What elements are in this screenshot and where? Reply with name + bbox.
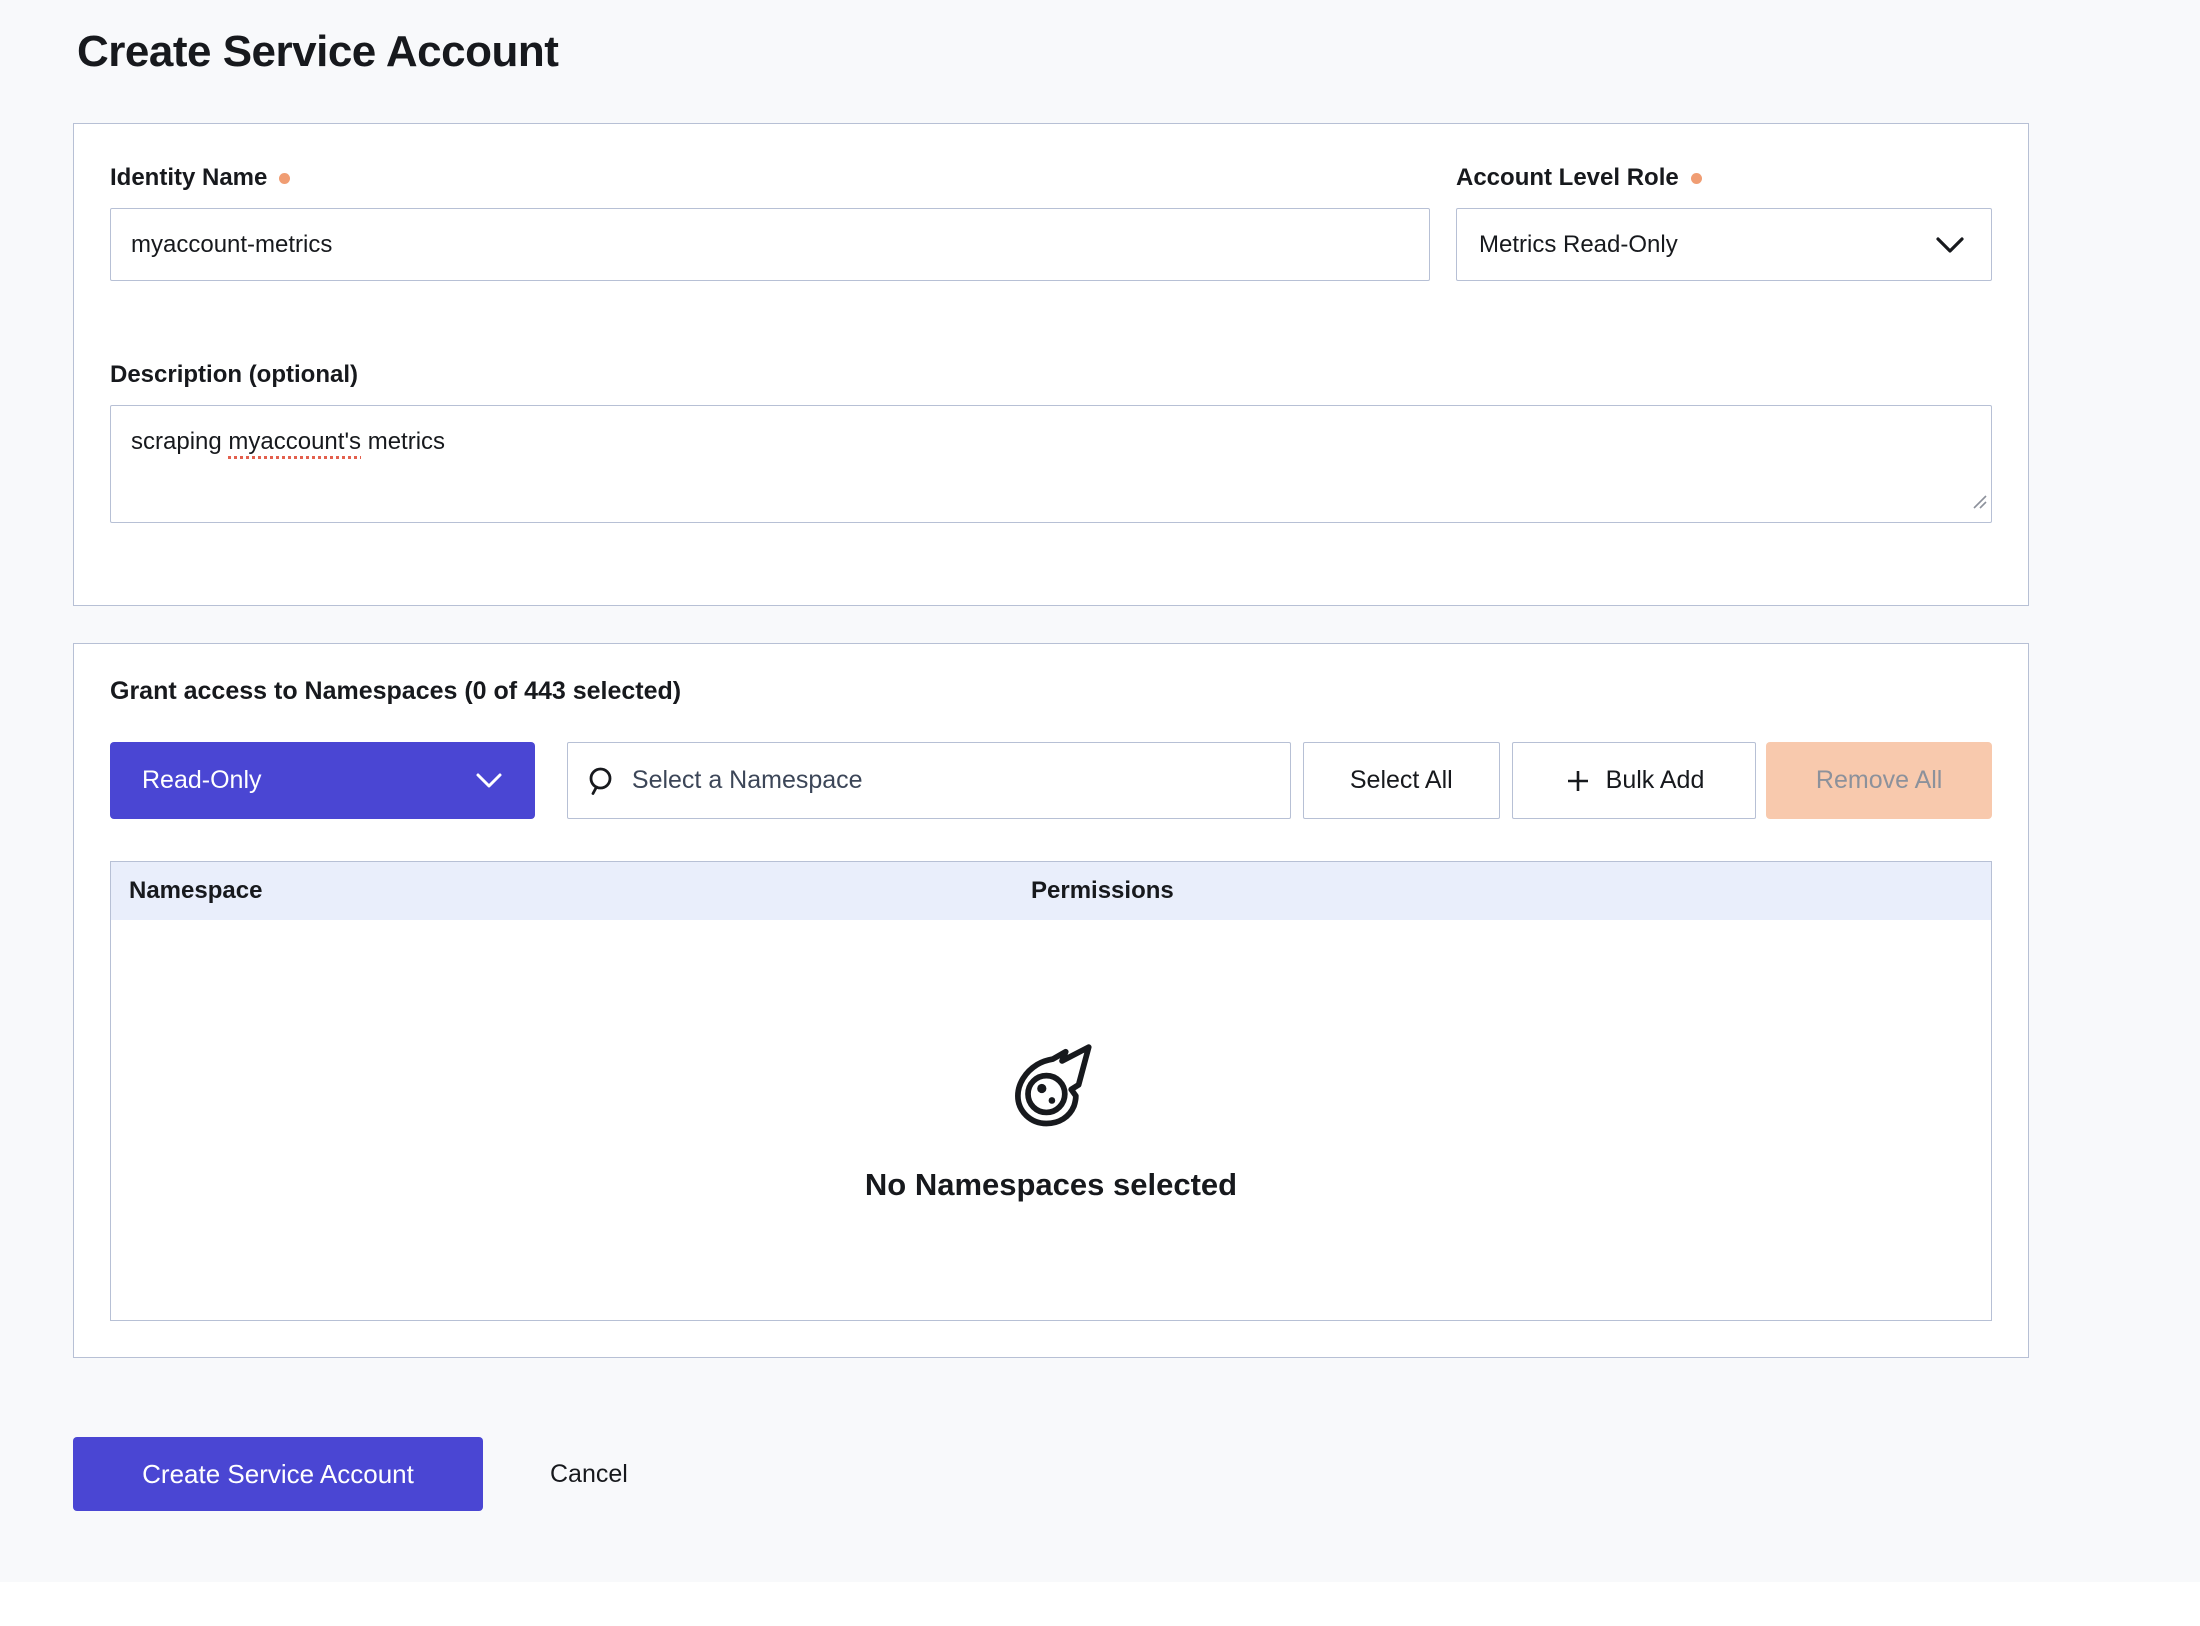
- search-icon: [586, 765, 618, 797]
- cancel-button[interactable]: Cancel: [550, 1460, 628, 1489]
- required-indicator-icon: [1691, 173, 1702, 184]
- identity-name-label-text: Identity Name: [110, 164, 267, 192]
- account-level-role-value: Metrics Read-Only: [1479, 231, 1678, 259]
- bulk-add-label: Bulk Add: [1606, 766, 1705, 795]
- resize-grip-icon[interactable]: [1970, 487, 1988, 519]
- remove-all-button[interactable]: Remove All: [1766, 742, 1992, 819]
- identity-name-label: Identity Name: [110, 164, 1430, 192]
- select-all-button[interactable]: Select All: [1303, 742, 1500, 819]
- account-level-role-select[interactable]: Metrics Read-Only: [1456, 208, 1992, 281]
- namespaces-table-header: Namespace Permissions: [111, 862, 1991, 920]
- description-label: Description (optional): [110, 361, 1992, 389]
- footer-actions: Create Service Account Cancel: [73, 1437, 2200, 1511]
- comet-icon: [1003, 1037, 1099, 1129]
- account-level-role-label: Account Level Role: [1456, 164, 1992, 192]
- identity-name-input[interactable]: [110, 208, 1430, 281]
- grant-namespaces-heading: Grant access to Namespaces (0 of 443 sel…: [110, 676, 1992, 706]
- remove-all-label: Remove All: [1816, 766, 1942, 795]
- namespace-controls-row: Read-Only Select All: [110, 742, 1992, 819]
- create-service-account-button[interactable]: Create Service Account: [73, 1437, 483, 1511]
- namespace-search-box[interactable]: [567, 742, 1291, 819]
- bulk-add-button[interactable]: Bulk Add: [1512, 742, 1757, 819]
- bottom-strip: [0, 1582, 2200, 1626]
- permission-level-value: Read-Only: [142, 766, 262, 795]
- empty-state-message: No Namespaces selected: [865, 1167, 1237, 1203]
- account-level-role-label-text: Account Level Role: [1456, 164, 1679, 192]
- page-title: Create Service Account: [77, 26, 2200, 78]
- column-header-namespace: Namespace: [111, 877, 1031, 905]
- column-header-permissions: Permissions: [1031, 877, 1991, 905]
- required-indicator-icon: [279, 173, 290, 184]
- permission-level-dropdown[interactable]: Read-Only: [110, 742, 535, 819]
- description-text-after: metrics: [361, 428, 445, 455]
- chevron-down-icon: [475, 772, 503, 789]
- service-account-details-card: Identity Name Account Level Role Metrics…: [73, 123, 2029, 606]
- description-text-before: scraping: [131, 428, 228, 455]
- namespace-search-input[interactable]: [632, 766, 1272, 795]
- namespaces-empty-state: No Namespaces selected: [111, 920, 1991, 1320]
- description-textarea[interactable]: scraping myaccount's metrics: [110, 405, 1992, 523]
- chevron-down-icon: [1935, 236, 1965, 254]
- description-text-misspelled: myaccount's: [228, 428, 361, 455]
- plus-icon: [1564, 767, 1592, 795]
- grant-namespaces-card: Grant access to Namespaces (0 of 443 sel…: [73, 643, 2029, 1358]
- namespaces-table: Namespace Permissions No Namespaces sele…: [110, 861, 1992, 1321]
- select-all-label: Select All: [1350, 766, 1453, 795]
